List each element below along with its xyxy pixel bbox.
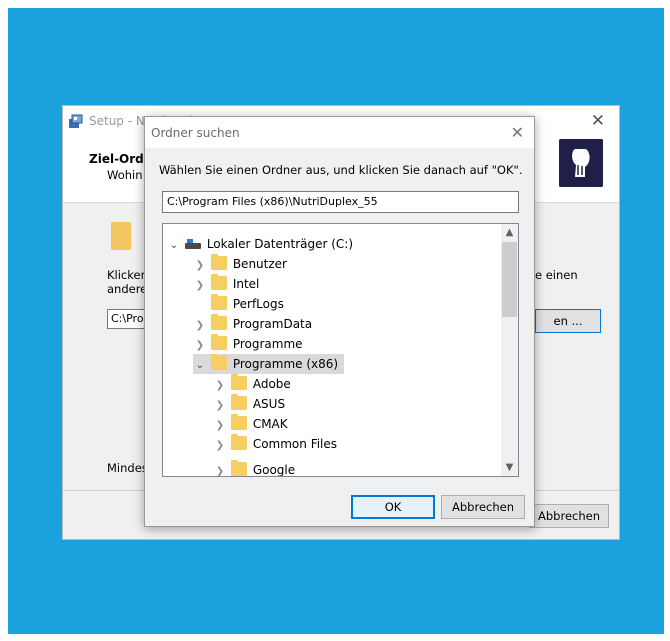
- folder-icon: [230, 394, 247, 410]
- tree-item-label: CMAK: [252, 417, 288, 431]
- tree-item-adobe[interactable]: ❯ Adobe: [213, 374, 291, 394]
- setup-instruction-text-right: e einen: [535, 268, 578, 282]
- tree-item-drive-c[interactable]: ⌄ Lokaler Datenträger (C:): [167, 234, 353, 254]
- folder-icon: [210, 274, 227, 290]
- tree-item-programme[interactable]: ❯ Programme: [193, 334, 303, 354]
- chevron-down-icon[interactable]: ⌄: [193, 356, 207, 376]
- tree-item-label: Intel: [232, 277, 260, 291]
- scroll-up-icon[interactable]: ▲: [501, 224, 518, 241]
- tree-item-label: Programme (x86): [232, 357, 339, 371]
- scroll-down-icon[interactable]: ▼: [501, 459, 518, 476]
- tree-item-label: Programme: [232, 337, 303, 351]
- folder-icon: [230, 460, 247, 476]
- tree-scrollbar[interactable]: ▲ ▼: [501, 224, 518, 476]
- chevron-right-icon[interactable]: ❯: [193, 336, 207, 356]
- folder-icon: [230, 374, 247, 390]
- close-icon[interactable]: ✕: [511, 123, 524, 142]
- dialog-title: Ordner suchen: [151, 126, 240, 140]
- chevron-right-icon[interactable]: ❯: [193, 316, 207, 336]
- folder-icon: [111, 222, 131, 250]
- setup-cancel-button[interactable]: Abbrechen: [529, 504, 609, 528]
- tree-item-label: Google: [252, 463, 296, 477]
- chevron-right-icon[interactable]: ❯: [213, 436, 227, 456]
- ok-button[interactable]: OK: [351, 495, 435, 519]
- setup-logo-icon: [559, 139, 603, 187]
- drive-icon: [184, 239, 201, 249]
- dialog-instruction: Wählen Sie einen Ordner aus, und klicken…: [159, 163, 523, 177]
- chevron-down-icon[interactable]: ⌄: [167, 236, 181, 256]
- tree-item-perflogs[interactable]: PerfLogs: [193, 294, 284, 314]
- folder-tree[interactable]: ⌄ Lokaler Datenträger (C:) ❯ Benutzer ❯ …: [162, 223, 519, 477]
- setup-close-icon[interactable]: ✕: [591, 111, 605, 131]
- tree-item-common-files[interactable]: ❯ Common Files: [213, 434, 337, 454]
- setup-instruction-text: Klicken andere: [107, 268, 148, 296]
- tree-item-programdata[interactable]: ❯ ProgramData: [193, 314, 312, 334]
- tree-item-label: Adobe: [252, 377, 291, 391]
- tree-item-label: Benutzer: [232, 257, 287, 271]
- tree-item-cmak[interactable]: ❯ CMAK: [213, 414, 288, 434]
- cancel-button[interactable]: Abbrechen: [441, 495, 525, 519]
- tree-item-asus[interactable]: ❯ ASUS: [213, 394, 285, 414]
- tree-item-label: Common Files: [252, 437, 338, 451]
- browse-button[interactable]: en ...: [535, 309, 601, 333]
- tree-item-label: ASUS: [252, 397, 286, 411]
- tree-item-label: ProgramData: [232, 317, 313, 331]
- folder-icon: [210, 334, 227, 350]
- tree-item-google[interactable]: ❯ Google: [213, 460, 296, 477]
- chevron-right-icon[interactable]: ❯: [193, 276, 207, 296]
- chevron-right-icon[interactable]: ❯: [193, 256, 207, 276]
- dialog-titlebar[interactable]: Ordner suchen ✕: [145, 117, 534, 148]
- folder-icon: [230, 414, 247, 430]
- folder-icon: [210, 294, 227, 310]
- tree-item-intel[interactable]: ❯ Intel: [193, 274, 259, 294]
- chevron-right-icon[interactable]: ❯: [213, 396, 227, 416]
- tree-item-label: Lokaler Datenträger (C:): [206, 237, 354, 251]
- folder-icon: [210, 254, 227, 270]
- browse-folder-dialog: Ordner suchen ✕ Wählen Sie einen Ordner …: [144, 116, 535, 527]
- folder-icon: [210, 314, 227, 330]
- tree-item-benutzer[interactable]: ❯ Benutzer: [193, 254, 287, 274]
- tree-item-programme-x86[interactable]: ⌄ Programme (x86): [193, 354, 345, 376]
- chevron-right-icon[interactable]: ❯: [213, 462, 227, 476]
- folder-icon: [230, 434, 247, 450]
- setup-app-icon: [69, 114, 83, 128]
- folder-icon: [210, 354, 227, 370]
- scrollbar-thumb[interactable]: [502, 242, 517, 317]
- folder-path-field[interactable]: C:\Program Files (x86)\NutriDuplex_55: [162, 191, 519, 213]
- tree-item-label: PerfLogs: [232, 297, 284, 311]
- chevron-right-icon[interactable]: ❯: [213, 416, 227, 436]
- chevron-right-icon[interactable]: ❯: [213, 376, 227, 396]
